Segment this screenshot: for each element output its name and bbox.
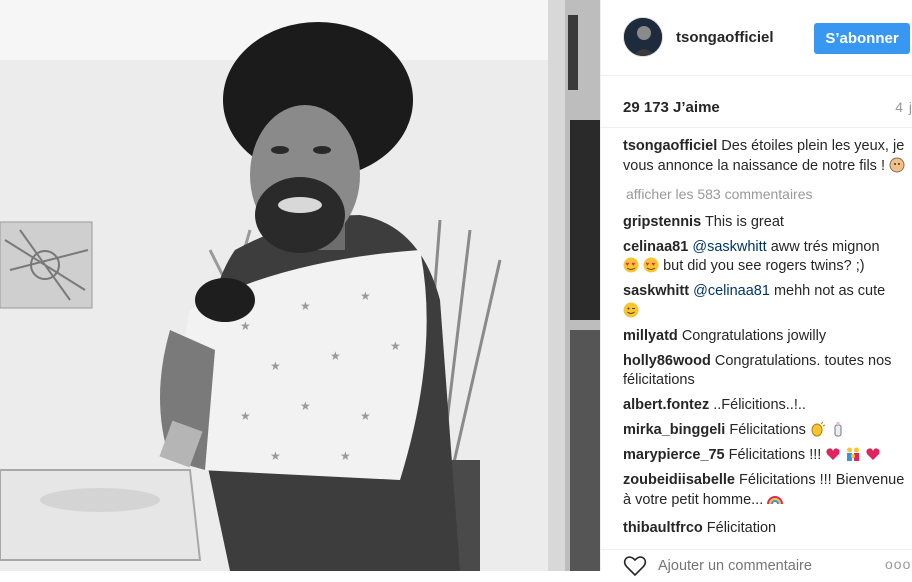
heart-eyes-emoji-icon: ♥ ♥ xyxy=(643,257,659,273)
comment-mention[interactable]: @saskwhitt xyxy=(692,239,766,255)
comment-username[interactable]: gripstennis xyxy=(623,214,701,230)
comment-text: Congratulations jowilly xyxy=(681,327,827,344)
comment-item: holly86wood Congratulations. toutes nos … xyxy=(623,352,908,391)
heart-outline-icon[interactable] xyxy=(623,555,647,577)
baby-bottle-emoji-icon xyxy=(830,421,846,437)
comment-username[interactable]: albert.fontez xyxy=(623,397,709,413)
svg-text:★: ★ xyxy=(340,449,351,463)
avatar-image xyxy=(624,18,662,56)
svg-text:♥: ♥ xyxy=(626,262,630,268)
comment-text: Félicitations !!! xyxy=(728,447,822,463)
comment-item: zoubeidiisabelle Félicitations !!! Bienv… xyxy=(623,471,908,510)
follow-button[interactable]: S’abonner xyxy=(814,23,910,54)
likes-count[interactable]: 29 173 J’aime xyxy=(623,99,720,116)
wink-emoji-icon xyxy=(623,302,639,318)
svg-text:★: ★ xyxy=(390,339,401,353)
post-time[interactable]: 4 j xyxy=(895,99,912,115)
svg-text:★: ★ xyxy=(300,399,311,413)
comment-input[interactable] xyxy=(658,558,868,574)
comment-username[interactable]: thibaultfrco xyxy=(623,520,703,536)
baby-emoji-icon xyxy=(889,157,905,173)
svg-text:★: ★ xyxy=(360,409,371,423)
comment-username[interactable]: mirka_binggeli xyxy=(623,422,725,438)
comment-text: Félicitation xyxy=(706,520,777,536)
svg-text:★: ★ xyxy=(240,409,251,423)
svg-text:★: ★ xyxy=(240,319,251,333)
red-heart-emoji-icon xyxy=(865,446,881,462)
svg-text:★: ★ xyxy=(270,449,281,463)
comment-item: gripstennis This is great xyxy=(623,213,908,233)
svg-text:★: ★ xyxy=(270,359,281,373)
heart-eyes-emoji-icon: ♥ ♥ xyxy=(623,257,639,273)
photo-image: ★ ★ ★ ★ ★ ★ ★ ★ ★ ★ ★ xyxy=(0,0,600,571)
svg-text:♥: ♥ xyxy=(632,262,636,268)
likes-row: 29 173 J’aime 4 j xyxy=(601,76,912,128)
svg-text:♥: ♥ xyxy=(646,262,650,268)
rainbow-emoji-icon xyxy=(767,491,784,507)
post-photo[interactable]: ★ ★ ★ ★ ★ ★ ★ ★ ★ ★ ★ xyxy=(0,0,600,571)
comment-text: This is great xyxy=(704,213,784,230)
caption-username[interactable]: tsongaofficiel xyxy=(623,138,717,154)
comment-text: ..Félicitions..!.. xyxy=(713,397,806,413)
comment-username[interactable]: millyatd xyxy=(623,328,678,344)
load-more-comments[interactable]: afficher les 583 commentaires xyxy=(626,185,908,205)
comment-item: millyatd Congratulations jowilly xyxy=(623,327,908,347)
post-panel: tsongaofficiel S’abonner 29 173 J’aime 4… xyxy=(600,0,912,577)
comment-text: Félicitations xyxy=(729,422,806,438)
comment-username[interactable]: zoubeidiisabelle xyxy=(623,472,735,488)
more-options-icon[interactable]: ooo xyxy=(885,556,911,572)
svg-text:♥: ♥ xyxy=(652,262,656,268)
comment-mention[interactable]: @celinaa81 xyxy=(693,283,770,299)
comment-item: albert.fontez ..Félicitions..!.. xyxy=(623,396,908,416)
comment-item: celinaa81 @saskwhitt aww trés mignon ♥ ♥ … xyxy=(623,238,908,277)
red-heart-emoji-icon xyxy=(825,446,841,462)
comment-text-continued: but did you see rogers twins? ;) xyxy=(663,258,865,274)
header-username[interactable]: tsongaofficiel xyxy=(676,29,774,46)
svg-text:★: ★ xyxy=(330,349,341,363)
post-header: tsongaofficiel S’abonner xyxy=(601,0,912,76)
family-emoji-icon xyxy=(845,446,861,462)
comment-bar: ooo xyxy=(601,549,912,577)
comment-username[interactable]: holly86wood xyxy=(623,353,711,369)
comments-list: tsongaofficiel Des étoiles plein les yeu… xyxy=(623,137,908,516)
comment-text: mehh not as cute xyxy=(773,283,886,299)
svg-text:★: ★ xyxy=(300,299,311,313)
comment-username[interactable]: saskwhitt xyxy=(623,283,689,299)
svg-text:★: ★ xyxy=(360,289,371,303)
comment-username[interactable]: marypierce_75 xyxy=(623,447,725,463)
comment-item: mirka_binggeli Félicitations xyxy=(623,421,908,441)
clapping-hands-emoji-icon xyxy=(810,421,826,437)
comment-text: aww trés mignon xyxy=(770,238,880,255)
comment-item: marypierce_75 Félicitations !!! xyxy=(623,446,908,466)
comment-item-partial: thibaultfrco Félicitation xyxy=(623,520,776,536)
avatar[interactable] xyxy=(623,17,663,57)
comment-username[interactable]: celinaa81 xyxy=(623,239,688,255)
comment-item: saskwhitt @celinaa81 mehh not as cute xyxy=(623,282,908,321)
caption: tsongaofficiel Des étoiles plein les yeu… xyxy=(623,137,908,176)
